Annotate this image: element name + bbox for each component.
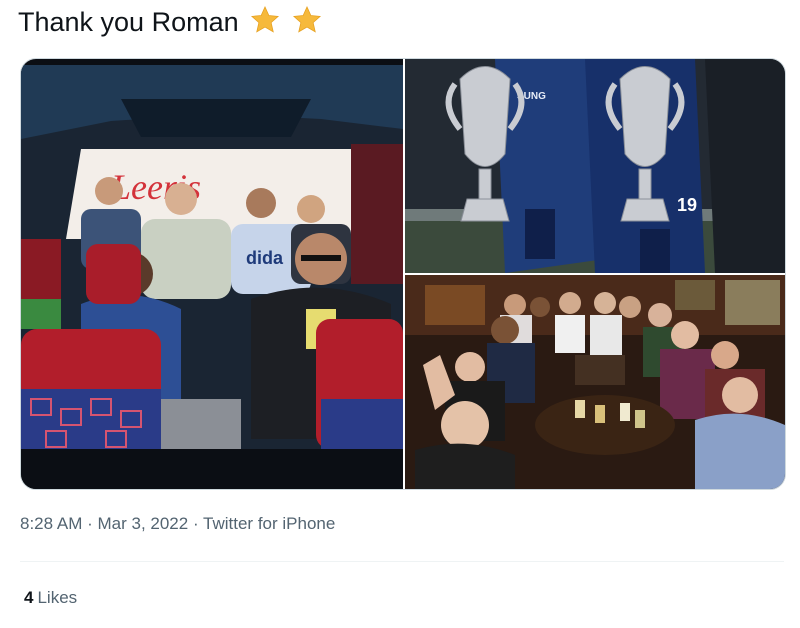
tweet-source[interactable]: Twitter for iPhone bbox=[203, 514, 335, 533]
svg-text:dida: dida bbox=[246, 248, 284, 268]
likes-count: 4 bbox=[24, 588, 34, 607]
bus-photo-image: Leeris dida bbox=[21, 59, 403, 489]
bus-photo[interactable]: Leeris dida bbox=[21, 59, 403, 489]
likes-stat[interactable]: 4 Likes bbox=[24, 588, 77, 608]
tweet-meta: 8:28 AM · Mar 3, 2022 · Twitter for iPho… bbox=[20, 514, 335, 534]
pub-photo-image bbox=[405, 275, 785, 489]
tweet-time[interactable]: 8:28 AM bbox=[20, 514, 82, 533]
trophy-photo-image: SUNG 19 bbox=[405, 59, 785, 273]
star-icon bbox=[292, 5, 321, 33]
jersey-number: 19 bbox=[677, 195, 697, 215]
tweet-body: Thank you Roman bbox=[18, 7, 239, 37]
likes-label: Likes bbox=[37, 588, 78, 607]
tweet-text: Thank you Roman bbox=[18, 4, 322, 40]
divider bbox=[20, 561, 784, 562]
trophy-photo[interactable]: SUNG 19 bbox=[405, 59, 785, 273]
pub-photo[interactable] bbox=[405, 275, 785, 489]
meta-separator: · bbox=[188, 514, 204, 533]
meta-separator: · bbox=[82, 514, 98, 533]
tweet-date[interactable]: Mar 3, 2022 bbox=[97, 514, 188, 533]
star-icon bbox=[251, 5, 280, 33]
media-grid: Leeris dida SUNG 19 bbox=[20, 58, 786, 490]
